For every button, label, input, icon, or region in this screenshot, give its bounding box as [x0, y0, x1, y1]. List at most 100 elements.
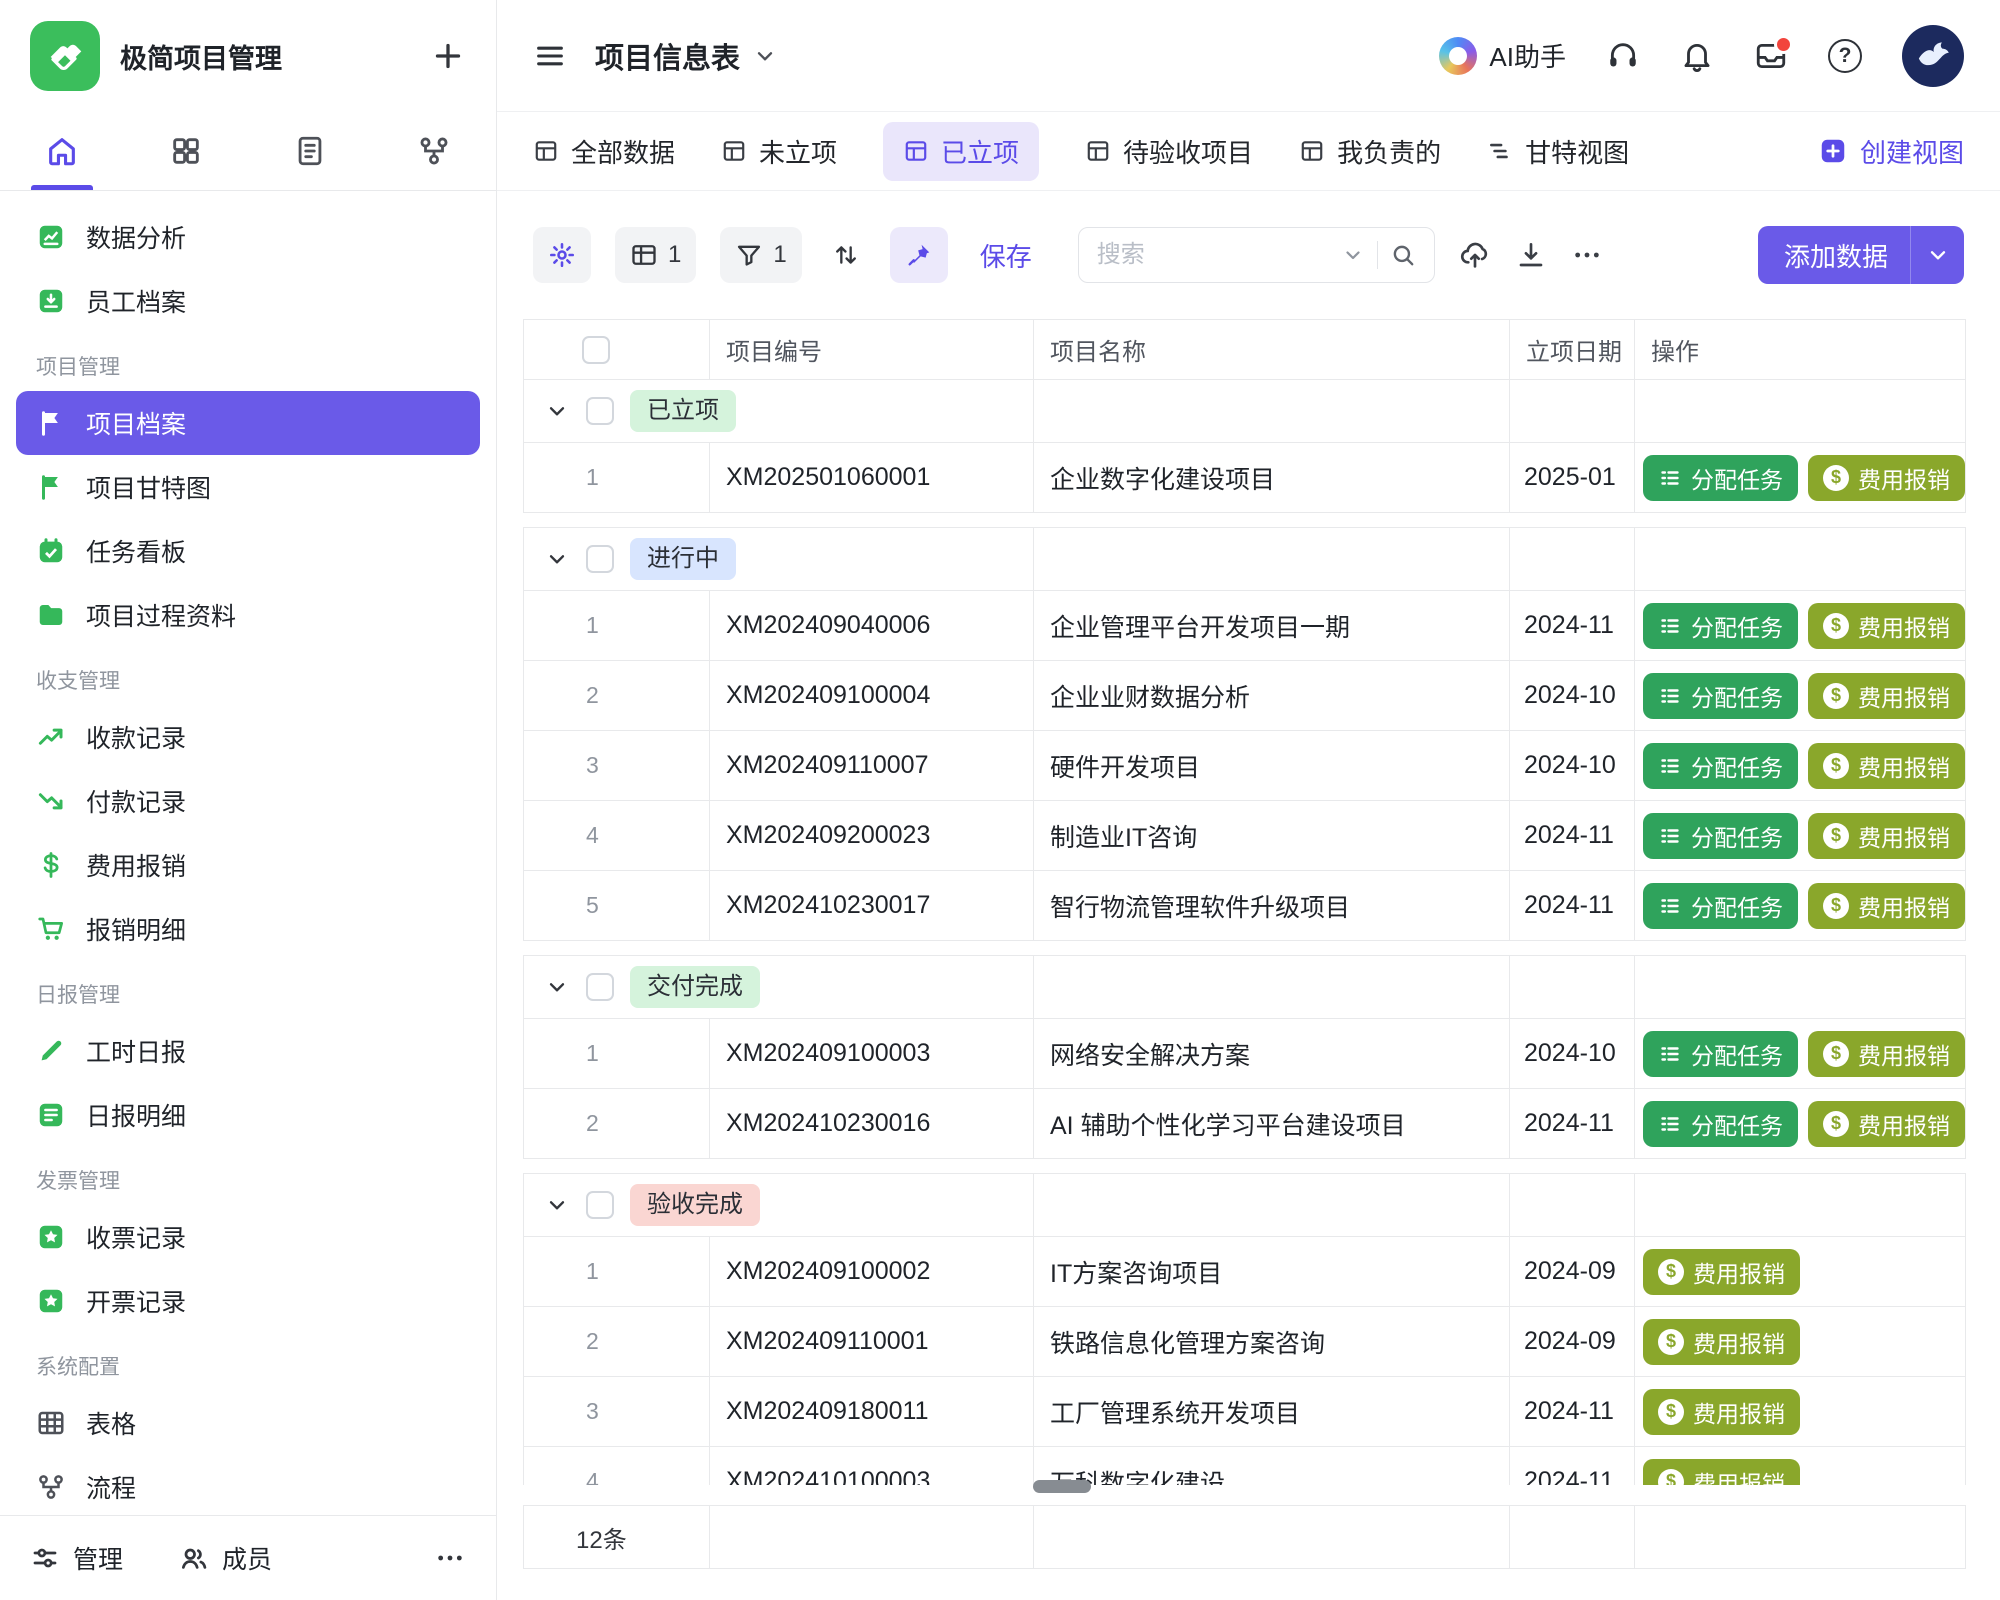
sidebar-item-employee-files[interactable]: 员工档案: [16, 269, 480, 333]
sidebar-item-daily-detail[interactable]: 日报明细: [16, 1083, 480, 1147]
help-icon[interactable]: ?: [1828, 39, 1862, 73]
table-row[interactable]: 2XM202409110001铁路信息化管理方案咨询2024-09$费用报销: [524, 1306, 1965, 1376]
pin-button[interactable]: [890, 227, 948, 283]
project-date-cell[interactable]: 2024-09: [1510, 1307, 1635, 1376]
sidebar-item-process[interactable]: 流程: [16, 1455, 480, 1515]
project-code-cell[interactable]: XM202409040006: [710, 591, 1034, 660]
column-header-ops[interactable]: 操作: [1635, 320, 1965, 379]
table-row[interactable]: 4XM202410100003万科数字化建设2024-11$费用报销: [524, 1446, 1965, 1485]
save-button[interactable]: 保存: [980, 237, 1032, 274]
sidebar-item-expense-reimburse[interactable]: 费用报销: [16, 833, 480, 897]
project-code-cell[interactable]: XM202409100003: [710, 1019, 1034, 1088]
project-name-cell[interactable]: IT方案咨询项目: [1034, 1237, 1510, 1306]
sidebar-item-project-process-docs[interactable]: 项目过程资料: [16, 583, 480, 647]
project-code-cell[interactable]: XM202409180011: [710, 1377, 1034, 1446]
expense-reimburse-button[interactable]: $费用报销: [1808, 743, 1965, 789]
sidebar-item-work-hour-daily[interactable]: 工时日报: [16, 1019, 480, 1083]
add-data-button[interactable]: 添加数据: [1758, 226, 1964, 284]
table-row[interactable]: 1XM202409100003网络安全解决方案2024-10分配任务$费用报销: [524, 1018, 1965, 1088]
table-row[interactable]: 3XM202409180011工厂管理系统开发项目2024-11$费用报销: [524, 1376, 1965, 1446]
expense-reimburse-button[interactable]: $费用报销: [1808, 883, 1965, 929]
project-name-cell[interactable]: 万科数字化建设: [1034, 1447, 1510, 1485]
horizontal-scrollbar[interactable]: [1033, 1480, 1091, 1493]
download-icon[interactable]: [1515, 239, 1547, 271]
project-name-cell[interactable]: AI 辅助个性化学习平台建设项目: [1034, 1089, 1510, 1158]
project-code-cell[interactable]: XM202410100003: [710, 1447, 1034, 1485]
project-date-cell[interactable]: 2024-11: [1510, 801, 1635, 870]
table-row[interactable]: 4XM202409200023制造业IT咨询2024-11分配任务$费用报销: [524, 800, 1965, 870]
expense-reimburse-button[interactable]: $费用报销: [1808, 673, 1965, 719]
manage-button[interactable]: 管理: [30, 1540, 123, 1576]
select-all-checkbox[interactable]: [582, 336, 610, 364]
sidebar-item-project-archive[interactable]: 项目档案: [16, 391, 480, 455]
sidebar-tab-home[interactable]: [0, 112, 124, 190]
view-tab-gantt-view[interactable]: 甘特视图: [1487, 133, 1629, 170]
project-date-cell[interactable]: 2024-11: [1510, 1089, 1635, 1158]
sidebar-item-data-analysis[interactable]: 数据分析: [16, 205, 480, 269]
table-row[interactable]: 2XM202410230016AI 辅助个性化学习平台建设项目2024-11分配…: [524, 1088, 1965, 1158]
menu-toggle-icon[interactable]: [533, 39, 567, 73]
project-date-cell[interactable]: 2024-10: [1510, 661, 1635, 730]
project-name-cell[interactable]: 智行物流管理软件升级项目: [1034, 871, 1510, 940]
assign-task-button[interactable]: 分配任务: [1643, 455, 1798, 501]
chevron-down-icon[interactable]: [1341, 243, 1365, 267]
sidebar-item-invoice-received[interactable]: 收票记录: [16, 1205, 480, 1269]
settings-button[interactable]: [533, 227, 591, 283]
project-date-cell[interactable]: 2024-09: [1510, 1237, 1635, 1306]
project-name-cell[interactable]: 硬件开发项目: [1034, 731, 1510, 800]
add-workspace-button[interactable]: [430, 38, 466, 74]
project-date-cell[interactable]: 2025-01: [1510, 443, 1635, 512]
expense-reimburse-button[interactable]: $费用报销: [1808, 455, 1965, 501]
project-code-cell[interactable]: XM202410230017: [710, 871, 1034, 940]
project-name-cell[interactable]: 铁路信息化管理方案咨询: [1034, 1307, 1510, 1376]
assign-task-button[interactable]: 分配任务: [1643, 813, 1798, 859]
project-name-cell[interactable]: 企业数字化建设项目: [1034, 443, 1510, 512]
project-code-cell[interactable]: XM202409100004: [710, 661, 1034, 730]
view-tab-pending-acceptance[interactable]: 待验收项目: [1085, 133, 1253, 170]
collapse-group-icon[interactable]: [544, 546, 570, 572]
sort-button[interactable]: [826, 227, 866, 283]
expense-reimburse-button[interactable]: $费用报销: [1643, 1319, 1800, 1365]
project-date-cell[interactable]: 2024-11: [1510, 1377, 1635, 1446]
project-code-cell[interactable]: XM202409110001: [710, 1307, 1034, 1376]
expense-reimburse-button[interactable]: $费用报销: [1808, 1031, 1965, 1077]
expense-reimburse-button[interactable]: $费用报销: [1643, 1459, 1800, 1486]
assign-task-button[interactable]: 分配任务: [1643, 603, 1798, 649]
assign-task-button[interactable]: 分配任务: [1643, 673, 1798, 719]
bell-icon[interactable]: [1680, 39, 1714, 73]
table-row[interactable]: 1XM202501060001企业数字化建设项目2025-01分配任务$费用报销: [524, 442, 1965, 512]
assign-task-button[interactable]: 分配任务: [1643, 1101, 1798, 1147]
more-options-icon[interactable]: [434, 1542, 466, 1574]
column-header-date[interactable]: 立项日期: [1510, 320, 1635, 379]
project-date-cell[interactable]: 2024-10: [1510, 731, 1635, 800]
collapse-group-icon[interactable]: [544, 1192, 570, 1218]
sidebar-tab-flow[interactable]: [372, 112, 496, 190]
page-title[interactable]: 项目信息表: [595, 35, 778, 77]
more-actions-icon[interactable]: [1571, 239, 1603, 271]
project-date-cell[interactable]: 2024-11: [1510, 1447, 1635, 1485]
expense-reimburse-button[interactable]: $费用报销: [1808, 813, 1965, 859]
headset-icon[interactable]: [1606, 39, 1640, 73]
avatar[interactable]: [1902, 25, 1964, 87]
table-row[interactable]: 2XM202409100004企业业财数据分析2024-10分配任务$费用报销: [524, 660, 1965, 730]
sidebar-item-invoice-issued[interactable]: 开票记录: [16, 1269, 480, 1333]
expense-reimburse-button[interactable]: $费用报销: [1643, 1249, 1800, 1295]
project-name-cell[interactable]: 工厂管理系统开发项目: [1034, 1377, 1510, 1446]
sidebar-item-payment-records[interactable]: 付款记录: [16, 769, 480, 833]
group-checkbox[interactable]: [586, 973, 614, 1001]
project-name-cell[interactable]: 企业管理平台开发项目一期: [1034, 591, 1510, 660]
view-tab-my-responsible[interactable]: 我负责的: [1299, 133, 1441, 170]
create-view-button[interactable]: 创建视图: [1818, 133, 1964, 170]
sidebar-item-task-board[interactable]: 任务看板: [16, 519, 480, 583]
project-code-cell[interactable]: XM202409110007: [710, 731, 1034, 800]
filter-button[interactable]: 1: [720, 227, 801, 283]
upload-icon[interactable]: [1459, 239, 1491, 271]
project-code-cell[interactable]: XM202409100002: [710, 1237, 1034, 1306]
ai-assistant-button[interactable]: AI助手: [1439, 37, 1566, 75]
add-data-dropdown[interactable]: [1910, 226, 1964, 284]
sidebar-tab-grid[interactable]: [124, 112, 248, 190]
column-header-name[interactable]: 项目名称: [1034, 320, 1510, 379]
project-name-cell[interactable]: 制造业IT咨询: [1034, 801, 1510, 870]
group-checkbox[interactable]: [586, 545, 614, 573]
table-row[interactable]: 1XM202409100002IT方案咨询项目2024-09$费用报销: [524, 1236, 1965, 1306]
